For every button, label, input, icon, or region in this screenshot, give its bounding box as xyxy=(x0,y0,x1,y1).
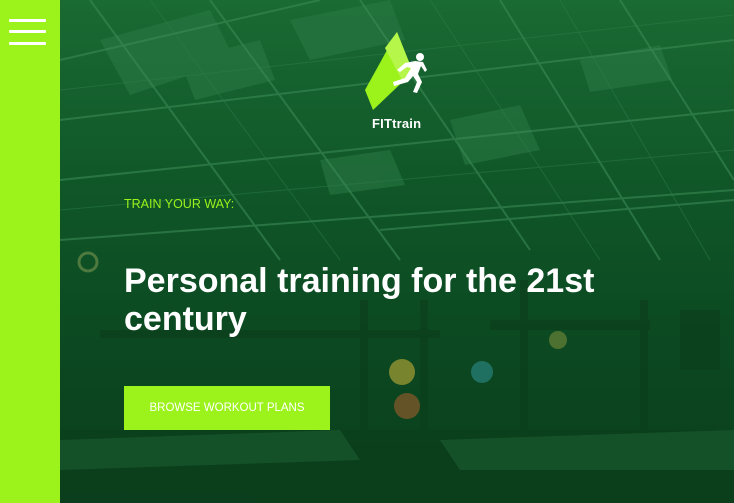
hero-headline: Personal training for the 21st century xyxy=(124,262,595,338)
runner-logo-icon[interactable] xyxy=(363,30,427,112)
hamburger-menu-icon[interactable] xyxy=(9,18,47,46)
left-sidebar xyxy=(0,0,60,503)
browse-workout-plans-button[interactable]: BROWSE WORKOUT PLANS xyxy=(124,386,330,430)
menu-line xyxy=(9,19,46,22)
menu-line xyxy=(9,30,46,33)
hero-eyebrow: TRAIN YOUR WAY: xyxy=(124,197,235,211)
brand-name[interactable]: FITtrain xyxy=(372,116,421,131)
menu-line xyxy=(9,42,46,45)
landing-page: FITtrain TRAIN YOUR WAY: Personal traini… xyxy=(0,0,734,503)
